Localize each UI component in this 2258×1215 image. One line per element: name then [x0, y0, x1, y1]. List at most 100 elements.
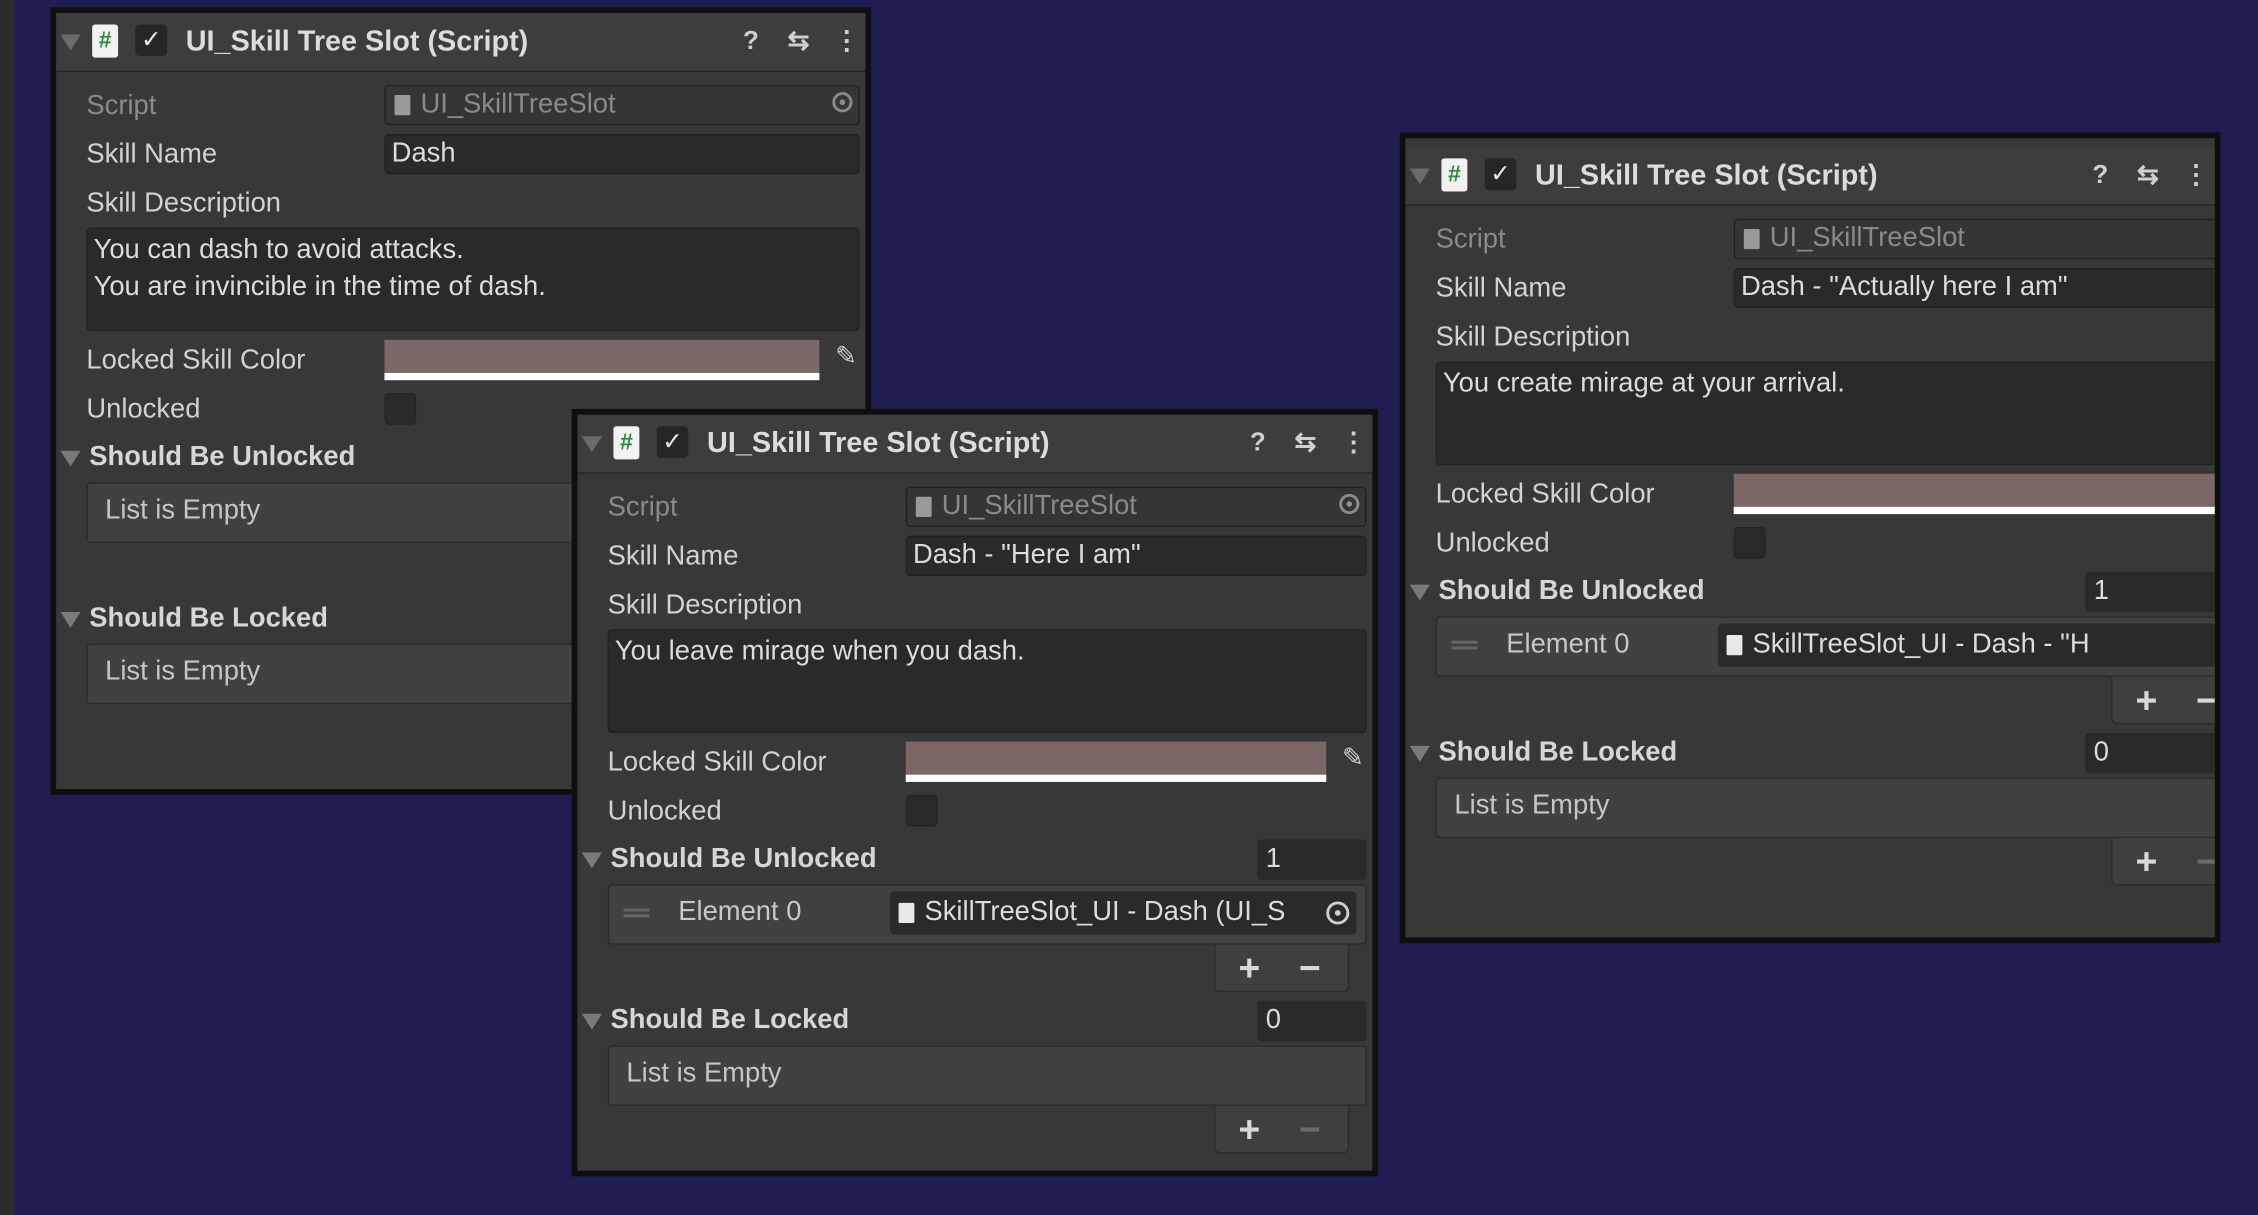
- should-be-locked-foldout[interactable]: Should Be Locked 0: [577, 996, 1372, 1045]
- remove-element-button[interactable]: −: [2196, 680, 2215, 720]
- foldout-arrow-icon[interactable]: [1409, 584, 1430, 601]
- skill-tree-slot-component-panel: # ✓ UI_Skill Tree Slot (Script) ? ⇆ ⋮ Sc…: [571, 408, 1379, 1177]
- context-menu-icon[interactable]: ⋮: [2183, 160, 2209, 190]
- presets-icon[interactable]: ⇆: [1295, 428, 1317, 458]
- skill-description-label: Skill Description: [607, 590, 803, 621]
- skill-description-label: Skill Description: [86, 188, 282, 219]
- unlocked-checkbox[interactable]: [1733, 527, 1766, 559]
- should-be-unlocked-foldout[interactable]: Should Be Unlocked 1: [1405, 567, 2215, 616]
- locked-skill-color-row: Locked Skill Color ✎: [56, 336, 865, 385]
- eyedropper-icon[interactable]: ✎: [835, 341, 857, 371]
- skill-name-input[interactable]: Dash: [384, 133, 860, 175]
- list-buttons: + −: [1213, 1105, 1350, 1154]
- csharp-script-icon: #: [613, 426, 640, 460]
- add-element-button[interactable]: +: [2136, 680, 2158, 720]
- color-swatch[interactable]: [905, 741, 1327, 782]
- help-icon[interactable]: ?: [743, 26, 759, 56]
- object-picker-icon: [1339, 493, 1360, 515]
- help-icon[interactable]: ?: [2092, 160, 2108, 190]
- locked-skill-color-label: Locked Skill Color: [607, 747, 827, 778]
- object-reference-field[interactable]: SkillTreeSlot_UI - Dash - "H: [1717, 623, 2215, 667]
- list-size-field[interactable]: 0: [2085, 732, 2215, 774]
- skill-description-textarea[interactable]: You can dash to avoid attacks. You are i…: [86, 227, 860, 332]
- skill-name-input[interactable]: Dash - "Actually here I am": [1733, 267, 2215, 309]
- element-label: Element 0: [678, 897, 802, 928]
- drag-handle-icon[interactable]: [1451, 640, 1478, 650]
- component-title: UI_Skill Tree Slot (Script): [707, 427, 1050, 460]
- presets-icon[interactable]: ⇆: [788, 26, 810, 56]
- color-swatch[interactable]: [1733, 473, 2215, 515]
- add-element-button[interactable]: +: [1238, 1109, 1260, 1149]
- component-header[interactable]: # ✓ UI_Skill Tree Slot (Script) ? ⇆ ⋮: [56, 12, 866, 73]
- object-reference-field[interactable]: SkillTreeSlot_UI - Dash (UI_S: [889, 891, 1357, 935]
- foldout-label: Should Be Unlocked: [89, 442, 356, 473]
- list-size-field[interactable]: 1: [1257, 839, 1367, 880]
- color-swatch[interactable]: [384, 339, 820, 381]
- list-size-field[interactable]: 1: [2085, 571, 2215, 612]
- drag-handle-icon[interactable]: [623, 908, 650, 918]
- remove-element-button[interactable]: −: [1299, 1109, 1321, 1149]
- locked-skill-color-label: Locked Skill Color: [1435, 479, 1655, 510]
- help-icon[interactable]: ?: [1250, 428, 1266, 458]
- foldout-arrow-icon[interactable]: [60, 450, 81, 467]
- component-enabled-checkbox[interactable]: ✓: [1484, 158, 1517, 191]
- component-enabled-checkbox[interactable]: ✓: [656, 426, 689, 458]
- unlocked-checkbox[interactable]: [384, 393, 417, 425]
- unity-inspector-canvas: # ✓ UI_Skill Tree Slot (Script) ? ⇆ ⋮ Sc…: [0, 0, 2258, 1215]
- presets-icon[interactable]: ⇆: [2137, 160, 2159, 190]
- component-enabled-checkbox[interactable]: ✓: [135, 24, 168, 57]
- component-header[interactable]: # ✓ UI_Skill Tree Slot (Script) ? ⇆ ⋮: [1405, 146, 2215, 206]
- skill-name-input[interactable]: Dash - "Here I am": [905, 535, 1367, 576]
- script-field: UI_SkillTreeSlot: [1733, 218, 2215, 260]
- object-picker-icon[interactable]: [1326, 901, 1350, 925]
- unlocked-label: Unlocked: [86, 394, 201, 425]
- skill-name-label: Skill Name: [607, 541, 739, 572]
- should-be-locked-foldout[interactable]: Should Be Locked 0: [1405, 729, 2215, 778]
- collapse-arrow-icon[interactable]: [60, 34, 81, 51]
- script-label: Script: [1435, 224, 1506, 255]
- collapse-arrow-icon[interactable]: [581, 436, 602, 453]
- list-size-field[interactable]: 0: [1257, 1000, 1367, 1042]
- list-empty-text: List is Empty: [1454, 790, 1610, 821]
- skill-name-row: Skill Name Dash - "Actually here I am": [1405, 264, 2215, 313]
- script-label: Script: [607, 492, 678, 523]
- script-row: Script UI_SkillTreeSlot: [1405, 215, 2215, 264]
- should-be-unlocked-foldout[interactable]: Should Be Unlocked 1: [577, 835, 1372, 884]
- skill-name-row: Skill Name Dash: [56, 130, 865, 179]
- unlocked-label: Unlocked: [1435, 528, 1550, 559]
- script-value: UI_SkillTreeSlot: [941, 491, 1137, 522]
- unlocked-label: Unlocked: [607, 796, 722, 827]
- locked-skill-color-row: Locked Skill Color ✎: [1405, 469, 2215, 518]
- component-title: UI_Skill Tree Slot (Script): [1535, 159, 1878, 192]
- locked-skill-color-row: Locked Skill Color ✎: [577, 737, 1372, 786]
- foldout-arrow-icon[interactable]: [581, 1013, 602, 1030]
- remove-element-button[interactable]: −: [1299, 948, 1321, 988]
- script-file-icon: [1743, 228, 1760, 250]
- foldout-arrow-icon[interactable]: [60, 612, 81, 628]
- skill-description-row: Skill Description: [1405, 312, 2214, 361]
- list-element: Element 0 SkillTreeSlot_UI - Dash - "H: [1435, 616, 2215, 677]
- add-element-button[interactable]: +: [1238, 948, 1260, 988]
- collapse-arrow-icon[interactable]: [1409, 168, 1430, 185]
- skill-description-textarea[interactable]: You create mirage at your arrival.: [1435, 361, 2215, 466]
- remove-element-button[interactable]: −: [2196, 841, 2215, 881]
- foldout-arrow-icon[interactable]: [581, 852, 602, 869]
- script-value: UI_SkillTreeSlot: [420, 89, 616, 120]
- object-picker-icon: [832, 92, 853, 113]
- skill-description-textarea[interactable]: You leave mirage when you dash.: [607, 629, 1367, 733]
- add-element-button[interactable]: +: [2136, 841, 2158, 881]
- eyedropper-icon[interactable]: ✎: [1342, 743, 1364, 773]
- editor-side-strip: [0, 0, 15, 1215]
- foldout-label: Should Be Locked: [610, 1005, 850, 1036]
- skill-description-label: Skill Description: [1435, 322, 1631, 353]
- context-menu-icon[interactable]: ⋮: [1341, 428, 1367, 458]
- list-empty-text: List is Empty: [105, 656, 261, 687]
- skill-description-row: Skill Description: [577, 580, 1372, 629]
- foldout-arrow-icon[interactable]: [1409, 745, 1430, 762]
- context-menu-icon[interactable]: ⋮: [834, 26, 860, 56]
- script-row: Script UI_SkillTreeSlot: [56, 81, 865, 130]
- script-value: UI_SkillTreeSlot: [1769, 223, 1965, 254]
- unlocked-checkbox[interactable]: [905, 794, 938, 827]
- list-buttons: + −: [2111, 838, 2215, 886]
- component-header[interactable]: # ✓ UI_Skill Tree Slot (Script) ? ⇆ ⋮: [577, 414, 1373, 474]
